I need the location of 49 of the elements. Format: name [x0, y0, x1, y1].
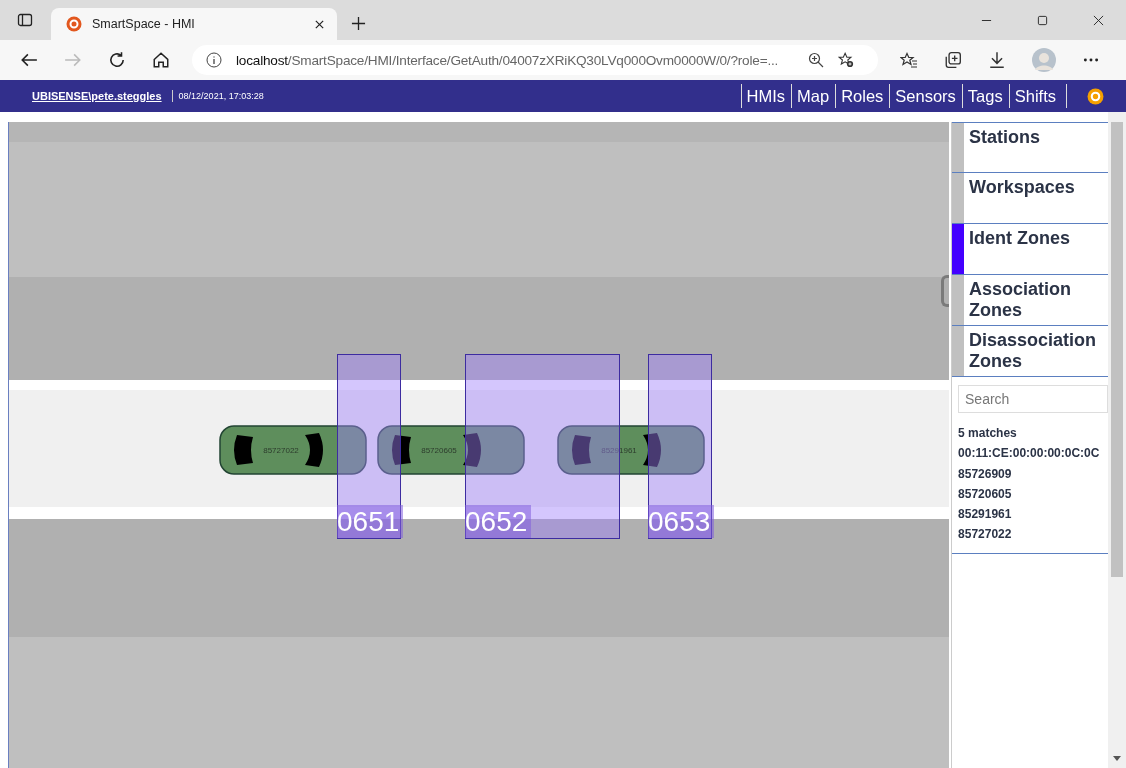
result-item[interactable]: 85726909 — [958, 463, 1109, 484]
zone-label: 0651 — [337, 505, 404, 538]
tab-title: SmartSpace - HMI — [92, 17, 196, 31]
download-icon[interactable] — [988, 51, 1006, 69]
ident-zone[interactable] — [648, 354, 712, 539]
url-host: localhost — [236, 52, 288, 68]
zone-label: 0652 — [465, 505, 532, 538]
scrollbar-thumb[interactable] — [1111, 122, 1124, 577]
back-icon[interactable] — [20, 51, 38, 69]
zoom-icon[interactable] — [808, 52, 824, 68]
category-item[interactable]: Ident Zones — [952, 224, 1109, 275]
add-favorite-icon[interactable] — [838, 52, 854, 68]
nav-link[interactable]: Sensors — [889, 84, 962, 108]
category-item[interactable]: Stations — [952, 122, 1109, 173]
scrollbar[interactable] — [1108, 112, 1126, 768]
nav-link[interactable]: HMIs — [740, 84, 792, 108]
result-item[interactable]: 85291961 — [958, 504, 1109, 525]
match-count: 5 matches — [958, 425, 1018, 442]
app-logo-icon[interactable] — [1087, 87, 1104, 105]
close-icon[interactable] — [1093, 15, 1104, 26]
tab-actions-icon[interactable] — [17, 12, 33, 28]
nav-link[interactable]: Tags — [961, 84, 1009, 108]
scroll-down-icon[interactable] — [1113, 756, 1122, 762]
address-bar[interactable]: localhost/SmartSpace/HMI/Interface/GetAuth/04007zXRiKQ30LVq000Ovm0000W/0/?role=... — [192, 45, 878, 75]
new-tab-icon[interactable] — [351, 16, 366, 31]
category-item[interactable]: Disassociation Zones — [952, 326, 1109, 377]
user-link[interactable]: UBISENSE\pete.steggles — [32, 90, 173, 102]
category-item[interactable]: Workspaces — [952, 173, 1109, 224]
ident-zone[interactable] — [337, 354, 401, 539]
search-field[interactable]: Search — [958, 385, 1109, 413]
info-icon[interactable] — [206, 52, 222, 68]
date-time: 08/12/2021, 17:03:28 — [178, 91, 264, 101]
close-icon[interactable] — [314, 18, 325, 30]
result-item[interactable]: 85720605 — [958, 483, 1109, 505]
maximize-icon[interactable] — [1037, 15, 1048, 26]
favorites-icon[interactable] — [900, 51, 918, 69]
result-item[interactable]: 85727022 — [958, 524, 1109, 545]
zone-label: 0653 — [648, 505, 715, 538]
result-item[interactable]: 00:11:CE:00:00:00:0C:0C — [958, 443, 1109, 464]
collections-icon[interactable] — [944, 51, 962, 69]
browser-tab[interactable]: SmartSpace - HMI — [51, 8, 337, 40]
nav-link[interactable]: Map — [791, 84, 836, 108]
nav-link[interactable]: Roles — [835, 84, 890, 108]
url-path: /SmartSpace/HMI/Interface/GetAuth/04007zXRiKQ30LVq000Ovm0000W/0/?role=... — [287, 52, 779, 68]
category-item[interactable]: Association Zones — [952, 275, 1109, 326]
refresh-icon[interactable] — [108, 51, 126, 69]
nav-link[interactable]: Shifts — [1008, 84, 1067, 108]
app-logo-icon — [66, 16, 82, 32]
home-icon[interactable] — [152, 51, 170, 69]
